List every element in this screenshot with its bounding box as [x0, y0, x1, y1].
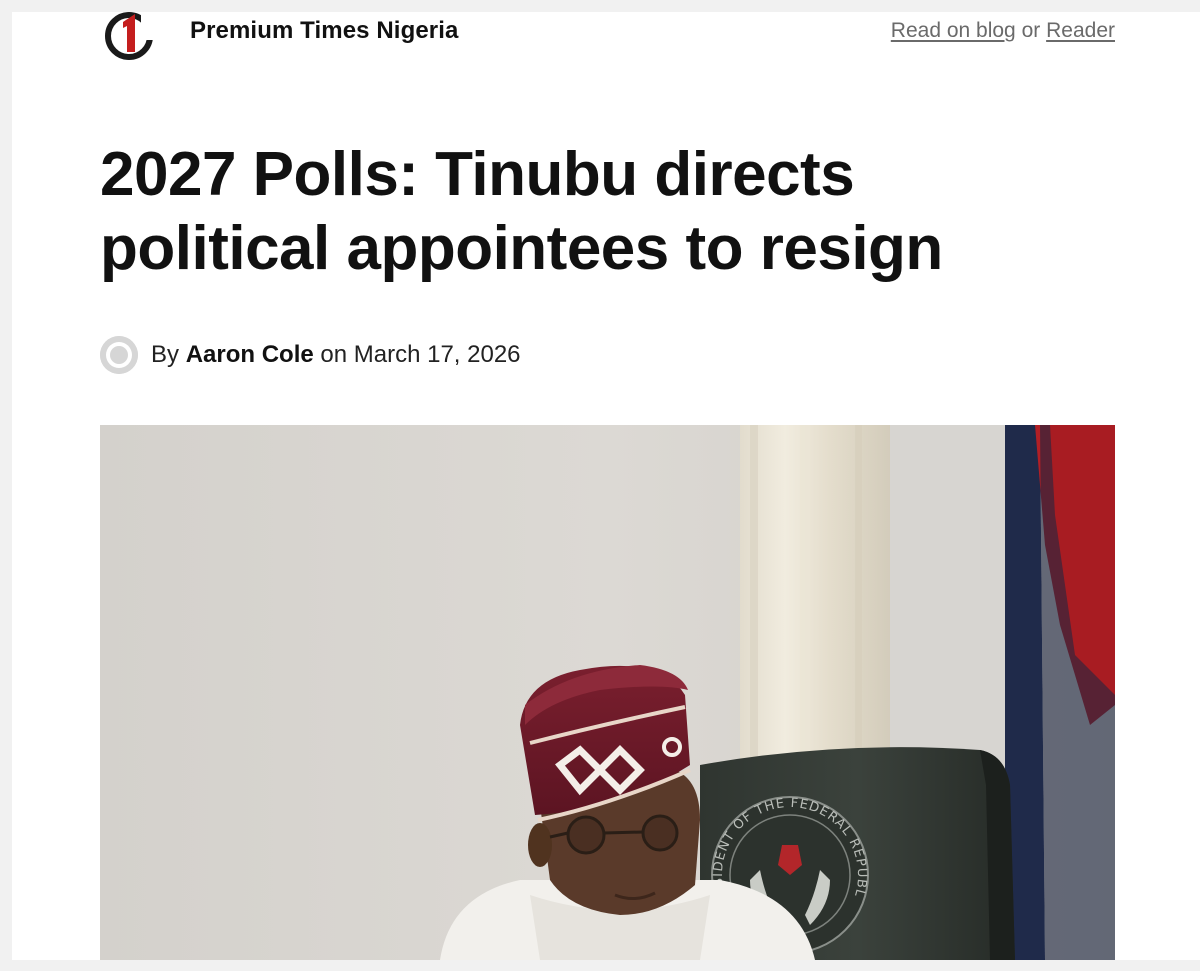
- site-header: Premium Times Nigeria Read on blog or Re…: [12, 12, 1200, 72]
- byline-on: on: [320, 341, 348, 368]
- publish-date: March 17, 2026: [353, 341, 521, 368]
- hero-image: ESIDENT OF THE FEDERAL REPUBLIC: [100, 425, 1115, 960]
- header-links: Read on blog or Reader: [891, 19, 1115, 43]
- byline-prefix: By: [151, 341, 180, 368]
- article-headline: 2027 Polls: Tinubu directs political app…: [100, 138, 1060, 286]
- author-link[interactable]: Aaron Cole: [186, 341, 314, 369]
- headline-line-2: political appointees to resign: [100, 214, 943, 283]
- headline-line-1: 2027 Polls: Tinubu directs: [100, 140, 855, 209]
- or-text: or: [1021, 19, 1041, 42]
- reader-link[interactable]: Reader: [1046, 19, 1115, 42]
- read-on-blog-link[interactable]: Read on blog: [891, 19, 1016, 42]
- user-avatar-icon[interactable]: [100, 336, 138, 374]
- article-page: Premium Times Nigeria Read on blog or Re…: [12, 12, 1200, 960]
- site-title[interactable]: Premium Times Nigeria: [190, 17, 458, 45]
- premium-times-logo-icon[interactable]: [105, 12, 155, 62]
- byline: By Aaron Cole on March 17, 2026: [100, 335, 521, 375]
